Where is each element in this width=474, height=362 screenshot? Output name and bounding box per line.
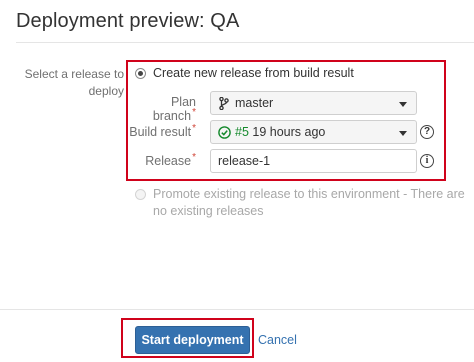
page-title: Deployment preview: QA	[16, 10, 240, 32]
highlight-box-release-form	[126, 60, 446, 181]
cancel-link[interactable]: Cancel	[258, 333, 297, 347]
select-release-label: Select a release to deploy	[24, 67, 124, 98]
promote-release-radio	[135, 189, 146, 200]
footer-divider	[0, 309, 474, 310]
promote-release-label: Promote existing release to this environ…	[153, 187, 465, 218]
title-divider	[16, 42, 474, 43]
highlight-box-start-button	[121, 318, 254, 358]
